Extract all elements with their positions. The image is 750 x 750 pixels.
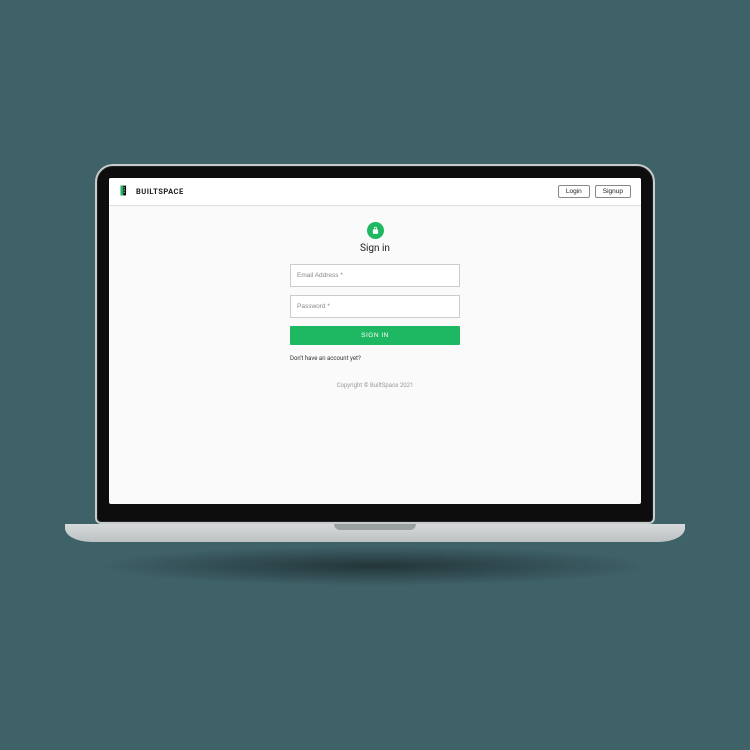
app-screen: BUILTSPACE Login Signup Sign in SIGN IN … (109, 178, 641, 504)
password-field[interactable] (290, 295, 460, 318)
email-field[interactable] (290, 264, 460, 287)
brand: BUILTSPACE (119, 184, 184, 199)
header-actions: Login Signup (558, 185, 631, 198)
signin-form: SIGN IN Don't have an account yet? (290, 264, 460, 362)
login-button[interactable]: Login (558, 185, 590, 198)
brand-logo-icon (119, 184, 132, 199)
main-content: Sign in SIGN IN Don't have an account ye… (109, 206, 641, 504)
no-account-link[interactable]: Don't have an account yet? (290, 355, 460, 362)
laptop-lid: BUILTSPACE Login Signup Sign in SIGN IN … (95, 164, 655, 524)
laptop-base (65, 524, 685, 542)
laptop-shadow (95, 546, 655, 586)
laptop-frame: BUILTSPACE Login Signup Sign in SIGN IN … (65, 164, 685, 586)
signup-button[interactable]: Signup (595, 185, 631, 198)
copyright-text: Copyright © BuiltSpace 2021 (337, 382, 414, 389)
signin-submit-button[interactable]: SIGN IN (290, 326, 460, 345)
lock-icon (367, 222, 384, 239)
signin-title: Sign in (360, 243, 390, 254)
brand-name: BUILTSPACE (136, 187, 184, 196)
app-header: BUILTSPACE Login Signup (109, 178, 641, 206)
